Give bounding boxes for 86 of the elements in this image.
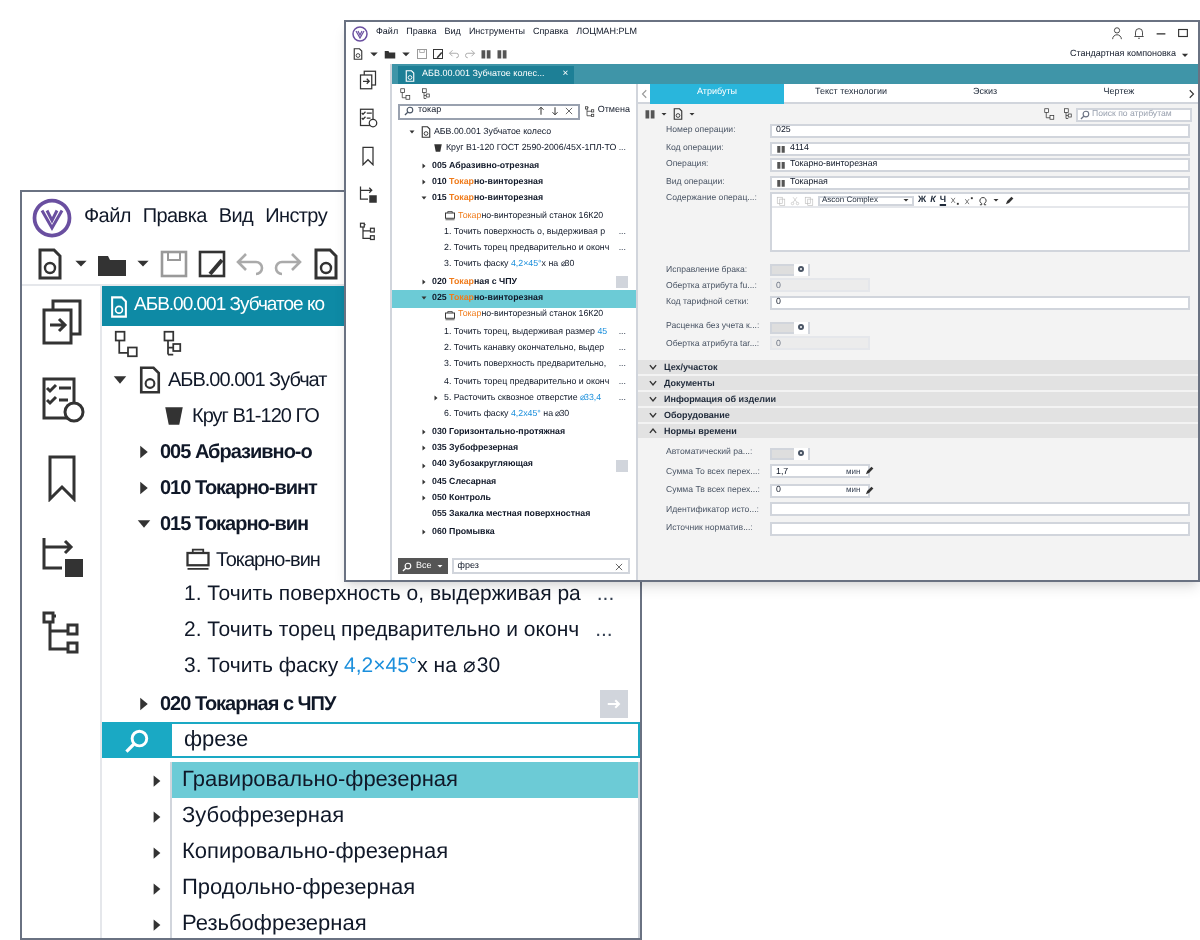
scroll-right-icon[interactable]	[1186, 87, 1198, 99]
logo-icon	[32, 197, 72, 237]
input-field[interactable]	[770, 502, 1190, 517]
bookmark-icon[interactable]	[358, 146, 378, 166]
document-icon	[136, 366, 164, 394]
collapse-chevron-icon	[648, 426, 658, 437]
suggestion-item[interactable]: Гравировально-фрезерная	[170, 762, 640, 798]
document-icon[interactable]	[672, 108, 684, 120]
subscript-icon[interactable]	[950, 195, 961, 205]
menu-item[interactable]: Файл	[84, 202, 131, 232]
input-field[interactable]	[770, 521, 1190, 536]
caret-icon	[902, 196, 910, 204]
collapse-tree-icon[interactable]	[114, 330, 142, 358]
caret-icon	[1180, 49, 1190, 59]
search-field[interactable]: фрезе	[170, 722, 640, 758]
move-icon[interactable]	[358, 184, 378, 204]
suggestion-item[interactable]: Резьбофрезерная	[170, 906, 640, 938]
pencil-icon[interactable]	[1004, 195, 1015, 205]
ellipsis-text: ...	[595, 616, 613, 647]
logo-icon	[352, 25, 368, 41]
document-icon[interactable]	[310, 247, 342, 279]
folder-icon[interactable]	[384, 48, 396, 60]
arrow-icon	[604, 694, 624, 714]
next-match-icon[interactable]	[549, 106, 560, 116]
toggle-switch[interactable]	[770, 321, 810, 334]
symbol-icon[interactable]	[978, 195, 989, 205]
menu-item[interactable]: Правка	[142, 202, 207, 232]
machine-icon	[444, 309, 456, 322]
tree-item[interactable]: Круг В1-120 ГО	[192, 401, 319, 431]
bar-stock-icon	[160, 402, 188, 430]
document-tab[interactable]: АБВ.00.001 Зубчатое ко	[102, 286, 344, 326]
expand-tree-icon[interactable]	[418, 87, 430, 99]
tree-item[interactable]: 005 Абразивно-о	[160, 437, 312, 467]
search-icon	[123, 727, 149, 753]
maximize-icon[interactable]	[1176, 26, 1190, 40]
caret-icon[interactable]	[400, 48, 412, 60]
checklist-icon[interactable]	[358, 108, 378, 128]
collapse-tree-icon[interactable]	[400, 87, 412, 99]
tree-item[interactable]: Токарно-вин	[216, 545, 320, 575]
pages-icon[interactable]	[358, 70, 378, 90]
save-edit-icon[interactable]	[432, 48, 444, 60]
clear-icon[interactable]	[614, 561, 624, 571]
document-icon	[108, 295, 130, 317]
save-edit-icon[interactable]	[196, 247, 228, 279]
tree-item[interactable]: 1. Точить поверхность о, выдерживая ра	[184, 580, 581, 612]
toggle-switch[interactable]	[770, 263, 810, 276]
tree-item[interactable]: 015 Токарно-вин	[160, 509, 309, 539]
menu-item[interactable]: Вид	[218, 202, 254, 232]
caret-icon[interactable]	[660, 110, 668, 118]
suggestion-item[interactable]: Зубофрезерная	[170, 798, 640, 834]
tree-item[interactable]: 2. Точить торец предварительно и оконч	[184, 616, 580, 648]
superscript-icon[interactable]	[964, 195, 975, 205]
machine-icon	[184, 546, 212, 574]
checklist-icon[interactable]	[37, 376, 85, 424]
bell-icon[interactable]	[1132, 26, 1146, 40]
tree-item[interactable]: 3. Точить фаску 4,2×45°x на ⌀30	[184, 652, 501, 684]
tree-icon[interactable]	[37, 610, 85, 658]
new-document-icon[interactable]	[34, 247, 66, 279]
tree-icon	[583, 105, 596, 117]
bar-stock-icon	[432, 142, 444, 155]
user-icon[interactable]	[1110, 26, 1124, 40]
clear-icon[interactable]	[563, 106, 574, 116]
save-icon[interactable]	[416, 48, 428, 60]
search-icon	[402, 561, 412, 571]
tree-item[interactable]: 010 Токарно-винт	[160, 473, 317, 503]
document-icon	[404, 69, 416, 81]
search-icon	[1080, 109, 1090, 119]
previous-match-icon[interactable]	[535, 106, 546, 116]
tree-icon[interactable]	[358, 222, 378, 242]
suggestion-item[interactable]: Продольно-фрезерная	[170, 870, 640, 906]
menu-item[interactable]: Инстру	[265, 202, 328, 232]
ellipsis-text: ...	[596, 580, 615, 611]
machine-icon	[444, 209, 456, 222]
pages-icon[interactable]	[37, 298, 85, 346]
toggle-switch[interactable]	[770, 447, 810, 460]
new-document-icon[interactable]	[352, 48, 364, 60]
tree-item[interactable]: АБВ.00.001 Зубчат	[168, 365, 327, 395]
search-icon	[404, 106, 414, 116]
tree-item[interactable]: 020 Токарная с ЧПУ	[160, 689, 336, 719]
caret-icon[interactable]	[688, 110, 696, 118]
expand-tree-icon[interactable]	[1060, 108, 1072, 120]
suggestion-item[interactable]: Копировально-фрезерная	[170, 834, 640, 870]
collapse-tree-icon[interactable]	[1044, 108, 1056, 120]
document-icon	[420, 126, 432, 139]
caret-icon[interactable]	[368, 48, 380, 60]
move-icon[interactable]	[37, 532, 85, 580]
